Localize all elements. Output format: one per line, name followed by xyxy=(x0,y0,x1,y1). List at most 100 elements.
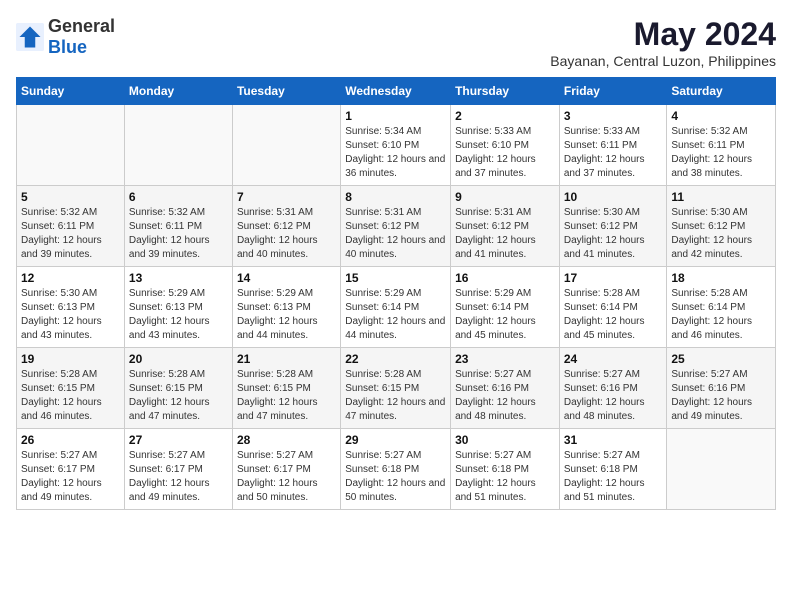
day-number: 30 xyxy=(455,433,555,447)
day-info: Sunrise: 5:29 AM Sunset: 6:13 PM Dayligh… xyxy=(129,287,228,343)
header: General Blue May 2024 Bayanan, Central L… xyxy=(16,16,776,69)
logo: General Blue xyxy=(16,16,115,58)
calendar-cell: 7 Sunrise: 5:31 AM Sunset: 6:12 PM Daylig… xyxy=(232,186,340,267)
weekday-header: Monday xyxy=(124,78,232,105)
day-number: 16 xyxy=(455,271,555,285)
day-number: 22 xyxy=(345,352,446,366)
day-info: Sunrise: 5:30 AM Sunset: 6:13 PM Dayligh… xyxy=(21,287,120,343)
day-number: 13 xyxy=(129,271,228,285)
weekday-row: SundayMondayTuesdayWednesdayThursdayFrid… xyxy=(17,78,776,105)
day-number: 26 xyxy=(21,433,120,447)
day-number: 25 xyxy=(671,352,771,366)
calendar-cell: 25 Sunrise: 5:27 AM Sunset: 6:16 PM Dayli… xyxy=(667,348,776,429)
calendar-cell: 8 Sunrise: 5:31 AM Sunset: 6:12 PM Daylig… xyxy=(341,186,451,267)
calendar-cell: 23 Sunrise: 5:27 AM Sunset: 6:16 PM Dayli… xyxy=(451,348,560,429)
calendar-cell: 3 Sunrise: 5:33 AM Sunset: 6:11 PM Daylig… xyxy=(559,105,667,186)
calendar-week-row: 26 Sunrise: 5:27 AM Sunset: 6:17 PM Dayli… xyxy=(17,429,776,510)
calendar-week-row: 19Sunrise: 5:28 AM Sunset: 6:15 PM Dayli… xyxy=(17,348,776,429)
day-number: 23 xyxy=(455,352,555,366)
calendar-cell xyxy=(667,429,776,510)
day-number: 29 xyxy=(345,433,446,447)
calendar-cell xyxy=(232,105,340,186)
calendar-cell: 10 Sunrise: 5:30 AM Sunset: 6:12 PM Dayli… xyxy=(559,186,667,267)
weekday-header: Friday xyxy=(559,78,667,105)
calendar-cell: 22 Sunrise: 5:28 AM Sunset: 6:15 PM Dayli… xyxy=(341,348,451,429)
day-info: Sunrise: 5:27 AM Sunset: 6:18 PM Dayligh… xyxy=(564,449,663,505)
calendar-cell: 31Sunrise: 5:27 AM Sunset: 6:18 PM Dayli… xyxy=(559,429,667,510)
day-info: Sunrise: 5:30 AM Sunset: 6:12 PM Dayligh… xyxy=(564,206,663,262)
weekday-header: Sunday xyxy=(17,78,125,105)
day-number: 10 xyxy=(564,190,663,204)
day-info: Sunrise: 5:33 AM Sunset: 6:11 PM Dayligh… xyxy=(564,125,663,181)
calendar-table: SundayMondayTuesdayWednesdayThursdayFrid… xyxy=(16,77,776,510)
day-info: Sunrise: 5:31 AM Sunset: 6:12 PM Dayligh… xyxy=(237,206,336,262)
subtitle: Bayanan, Central Luzon, Philippines xyxy=(550,53,776,69)
calendar-cell: 18Sunrise: 5:28 AM Sunset: 6:14 PM Dayli… xyxy=(667,267,776,348)
calendar-cell: 21 Sunrise: 5:28 AM Sunset: 6:15 PM Dayli… xyxy=(232,348,340,429)
day-info: Sunrise: 5:28 AM Sunset: 6:14 PM Dayligh… xyxy=(564,287,663,343)
calendar-cell: 30 Sunrise: 5:27 AM Sunset: 6:18 PM Dayli… xyxy=(451,429,560,510)
day-number: 1 xyxy=(345,109,446,123)
day-number: 21 xyxy=(237,352,336,366)
calendar-cell: 24 Sunrise: 5:27 AM Sunset: 6:16 PM Dayli… xyxy=(559,348,667,429)
day-number: 18 xyxy=(671,271,771,285)
day-number: 17 xyxy=(564,271,663,285)
calendar-cell: 1 Sunrise: 5:34 AM Sunset: 6:10 PM Daylig… xyxy=(341,105,451,186)
day-info: Sunrise: 5:29 AM Sunset: 6:13 PM Dayligh… xyxy=(237,287,336,343)
day-number: 9 xyxy=(455,190,555,204)
day-info: Sunrise: 5:27 AM Sunset: 6:18 PM Dayligh… xyxy=(455,449,555,505)
day-number: 3 xyxy=(564,109,663,123)
day-info: Sunrise: 5:28 AM Sunset: 6:15 PM Dayligh… xyxy=(345,368,446,424)
logo-icon xyxy=(16,23,44,51)
day-number: 15 xyxy=(345,271,446,285)
day-number: 24 xyxy=(564,352,663,366)
logo-blue: Blue xyxy=(48,37,87,57)
calendar-cell xyxy=(124,105,232,186)
day-number: 28 xyxy=(237,433,336,447)
day-info: Sunrise: 5:27 AM Sunset: 6:16 PM Dayligh… xyxy=(455,368,555,424)
day-info: Sunrise: 5:27 AM Sunset: 6:17 PM Dayligh… xyxy=(237,449,336,505)
day-number: 7 xyxy=(237,190,336,204)
calendar-cell: 2 Sunrise: 5:33 AM Sunset: 6:10 PM Daylig… xyxy=(451,105,560,186)
calendar-week-row: 1 Sunrise: 5:34 AM Sunset: 6:10 PM Daylig… xyxy=(17,105,776,186)
day-info: Sunrise: 5:32 AM Sunset: 6:11 PM Dayligh… xyxy=(671,125,771,181)
calendar-cell: 28 Sunrise: 5:27 AM Sunset: 6:17 PM Dayli… xyxy=(232,429,340,510)
calendar-cell: 9 Sunrise: 5:31 AM Sunset: 6:12 PM Daylig… xyxy=(451,186,560,267)
day-info: Sunrise: 5:30 AM Sunset: 6:12 PM Dayligh… xyxy=(671,206,771,262)
day-number: 6 xyxy=(129,190,228,204)
calendar-week-row: 12Sunrise: 5:30 AM Sunset: 6:13 PM Dayli… xyxy=(17,267,776,348)
calendar-cell: 11 Sunrise: 5:30 AM Sunset: 6:12 PM Dayli… xyxy=(667,186,776,267)
day-info: Sunrise: 5:28 AM Sunset: 6:15 PM Dayligh… xyxy=(129,368,228,424)
weekday-header: Saturday xyxy=(667,78,776,105)
day-info: Sunrise: 5:34 AM Sunset: 6:10 PM Dayligh… xyxy=(345,125,446,181)
day-number: 8 xyxy=(345,190,446,204)
calendar-cell: 16Sunrise: 5:29 AM Sunset: 6:14 PM Dayli… xyxy=(451,267,560,348)
day-info: Sunrise: 5:31 AM Sunset: 6:12 PM Dayligh… xyxy=(345,206,446,262)
title-area: May 2024 Bayanan, Central Luzon, Philipp… xyxy=(550,16,776,69)
day-number: 2 xyxy=(455,109,555,123)
calendar-cell: 27 Sunrise: 5:27 AM Sunset: 6:17 PM Dayli… xyxy=(124,429,232,510)
day-info: Sunrise: 5:33 AM Sunset: 6:10 PM Dayligh… xyxy=(455,125,555,181)
calendar-cell: 17 Sunrise: 5:28 AM Sunset: 6:14 PM Dayli… xyxy=(559,267,667,348)
calendar-cell: 6Sunrise: 5:32 AM Sunset: 6:11 PM Daylig… xyxy=(124,186,232,267)
calendar-cell: 15Sunrise: 5:29 AM Sunset: 6:14 PM Dayli… xyxy=(341,267,451,348)
day-number: 20 xyxy=(129,352,228,366)
logo-text: General Blue xyxy=(48,16,115,58)
weekday-header: Tuesday xyxy=(232,78,340,105)
main-title: May 2024 xyxy=(550,16,776,53)
day-info: Sunrise: 5:28 AM Sunset: 6:15 PM Dayligh… xyxy=(237,368,336,424)
day-number: 27 xyxy=(129,433,228,447)
calendar-cell: 5Sunrise: 5:32 AM Sunset: 6:11 PM Daylig… xyxy=(17,186,125,267)
weekday-header: Thursday xyxy=(451,78,560,105)
day-info: Sunrise: 5:27 AM Sunset: 6:17 PM Dayligh… xyxy=(129,449,228,505)
day-number: 5 xyxy=(21,190,120,204)
calendar-cell: 13 Sunrise: 5:29 AM Sunset: 6:13 PM Dayli… xyxy=(124,267,232,348)
day-number: 11 xyxy=(671,190,771,204)
day-info: Sunrise: 5:31 AM Sunset: 6:12 PM Dayligh… xyxy=(455,206,555,262)
day-info: Sunrise: 5:27 AM Sunset: 6:16 PM Dayligh… xyxy=(671,368,771,424)
calendar-cell: 19Sunrise: 5:28 AM Sunset: 6:15 PM Dayli… xyxy=(17,348,125,429)
calendar-cell: 29 Sunrise: 5:27 AM Sunset: 6:18 PM Dayli… xyxy=(341,429,451,510)
logo-general: General xyxy=(48,16,115,36)
day-info: Sunrise: 5:27 AM Sunset: 6:18 PM Dayligh… xyxy=(345,449,446,505)
day-info: Sunrise: 5:27 AM Sunset: 6:16 PM Dayligh… xyxy=(564,368,663,424)
